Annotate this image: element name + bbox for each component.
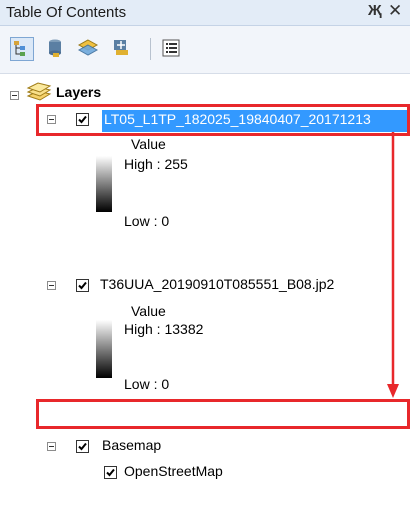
drop-target-highlight-box xyxy=(36,399,410,429)
layer-1-legend-ramp xyxy=(96,156,112,212)
openstreetmap-name[interactable]: OpenStreetMap xyxy=(124,463,223,479)
layers-root-label[interactable]: Layers xyxy=(56,84,101,100)
list-by-selection-button[interactable] xyxy=(110,37,134,61)
options-button[interactable] xyxy=(160,37,184,61)
basemap-visibility-checkbox[interactable] xyxy=(76,440,89,453)
list-by-visibility-icon xyxy=(77,39,99,56)
move-arrow-icon xyxy=(387,132,399,398)
layer-2-name[interactable]: T36UUA_20190910T085551_B08.jp2 xyxy=(100,276,334,292)
layer-2-legend-ramp xyxy=(96,320,112,378)
layer-2-legend-field: Value xyxy=(131,303,166,319)
list-by-drawing-order-button[interactable] xyxy=(10,37,34,61)
pin-icon[interactable]: Җ xyxy=(368,2,382,19)
toolbar-separator xyxy=(150,38,151,60)
basemap-name[interactable]: Basemap xyxy=(102,437,161,453)
layer-1-legend-low: Low : 0 xyxy=(124,213,170,229)
openstreetmap-visibility-checkbox[interactable] xyxy=(104,466,117,479)
layer-2-visibility-checkbox[interactable] xyxy=(76,279,89,292)
layer-1-legend-high: High : 255 xyxy=(124,156,188,172)
layer-1-highlight-box xyxy=(36,104,410,136)
basemap-collapse-button[interactable] xyxy=(47,442,56,451)
toc-toolbar xyxy=(0,26,410,74)
layer-2-legend-low: Low : 0 xyxy=(124,376,170,392)
toc-title-bar[interactable]: Table Of Contents Җ ✕ xyxy=(0,0,410,26)
layer-1-legend-field: Value xyxy=(131,136,166,152)
layer-2-collapse-button[interactable] xyxy=(47,281,56,290)
list-by-drawing-order-icon xyxy=(14,41,25,56)
list-by-visibility-button[interactable] xyxy=(77,37,101,61)
window-title: Table Of Contents xyxy=(6,4,127,21)
options-icon xyxy=(162,39,180,57)
list-by-source-icon xyxy=(49,39,61,57)
close-icon[interactable]: ✕ xyxy=(388,1,402,21)
layers-collapse-button[interactable] xyxy=(10,91,19,100)
list-by-selection-icon xyxy=(114,40,128,55)
list-by-source-button[interactable] xyxy=(44,37,68,61)
layer-2-legend-high: High : 13382 xyxy=(124,321,204,337)
layers-icon xyxy=(26,82,52,101)
